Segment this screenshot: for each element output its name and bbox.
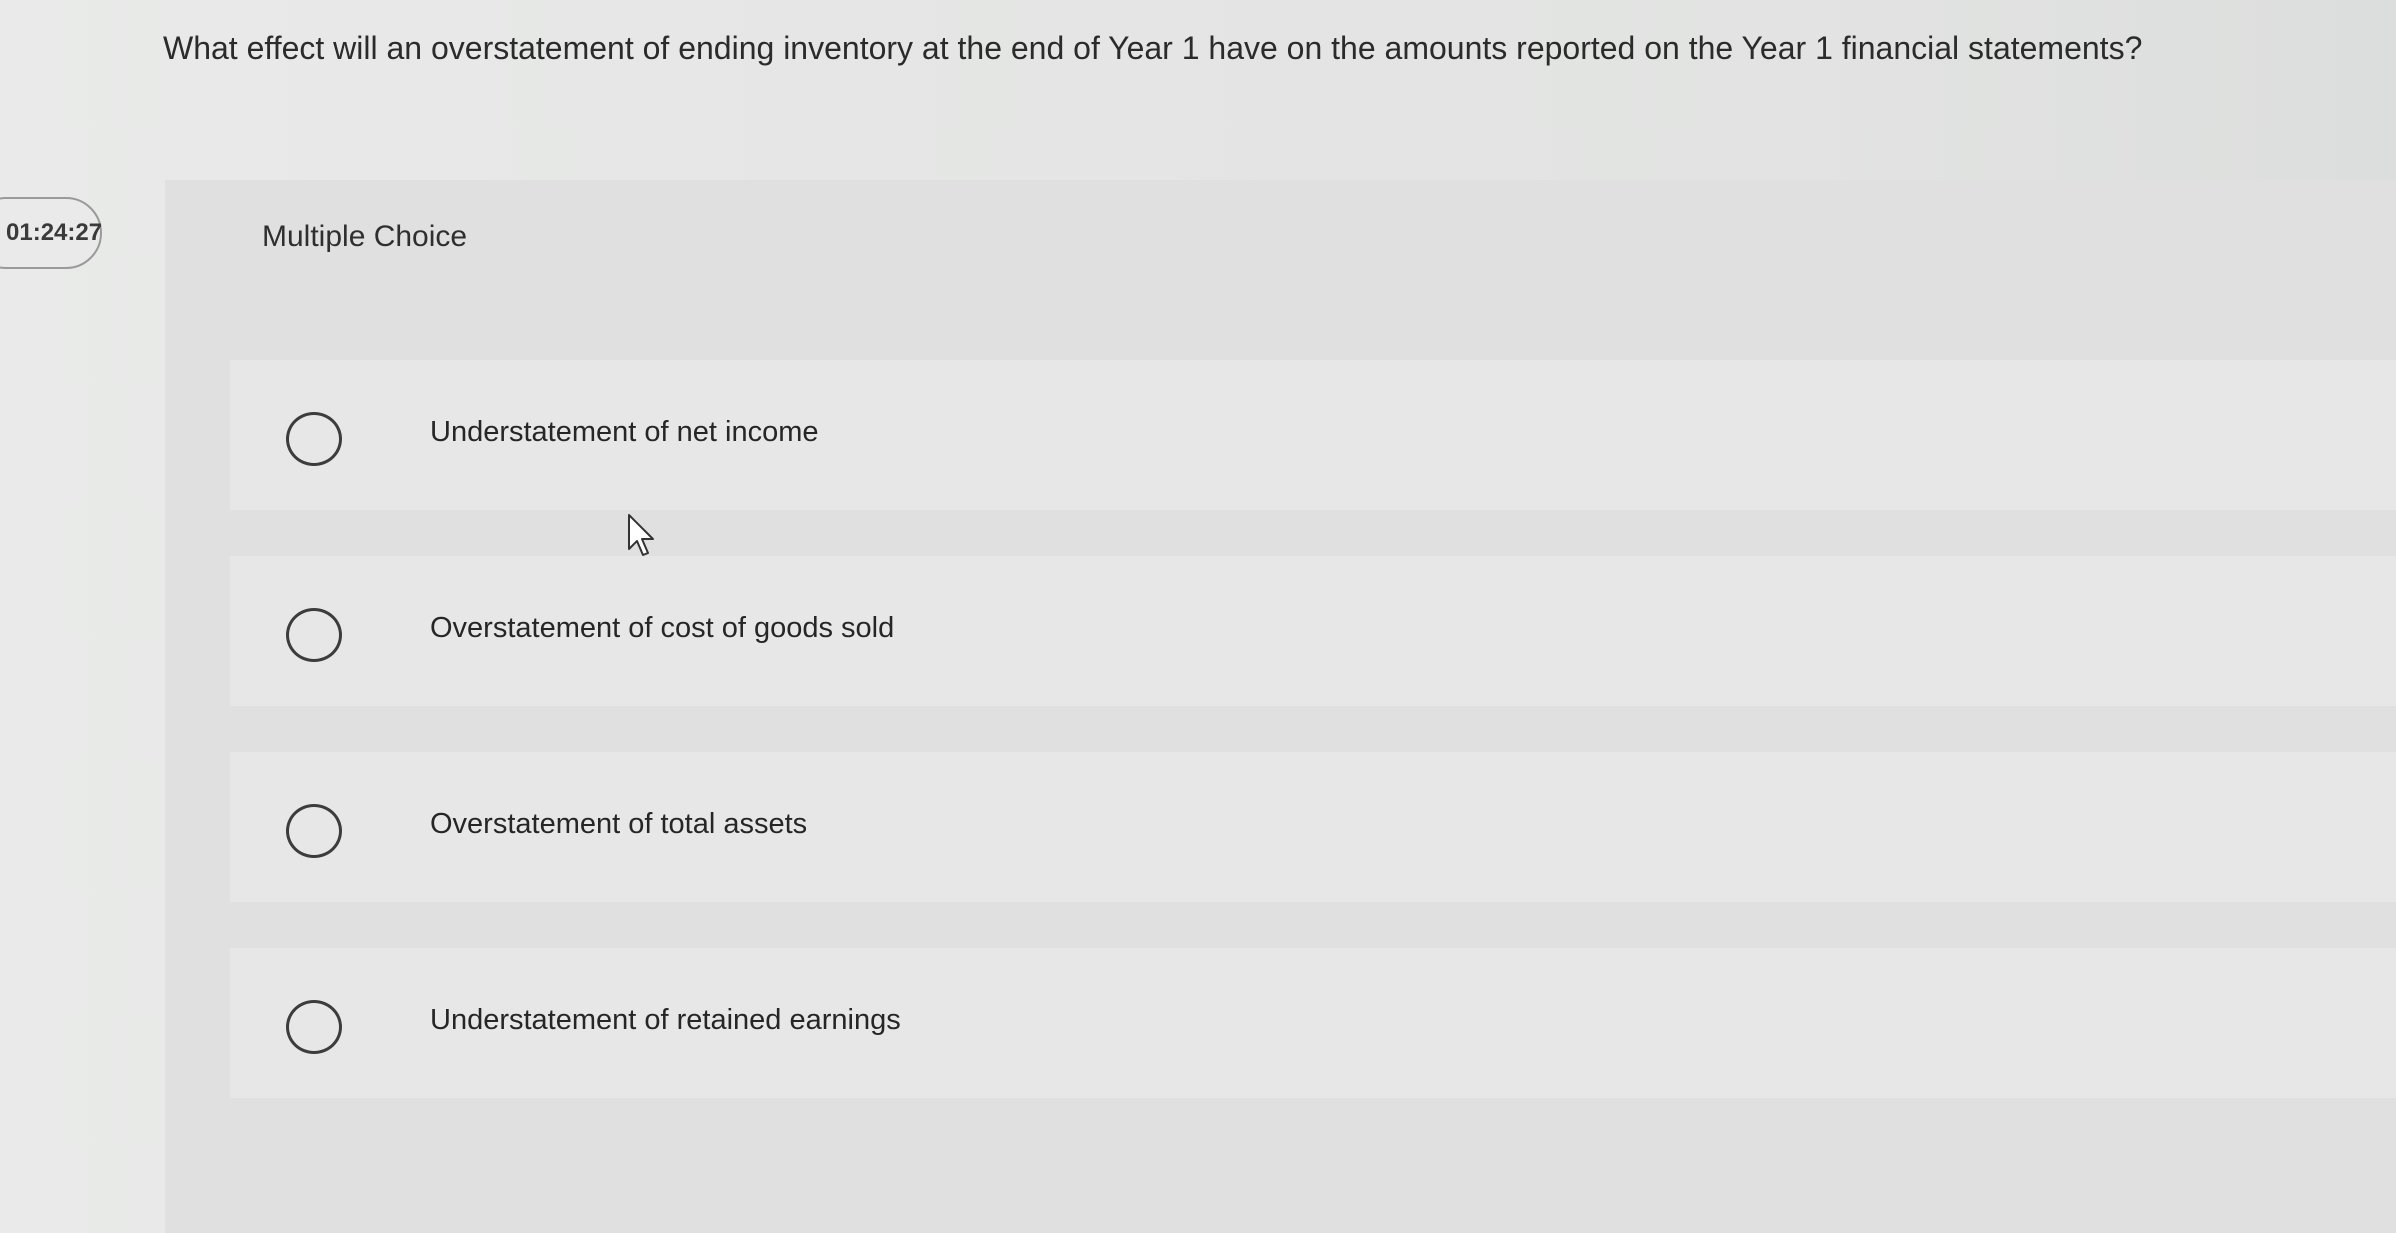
answer-option-label: Understatement of retained earnings xyxy=(430,1004,901,1036)
answer-option-label: Understatement of net income xyxy=(430,416,819,448)
question-type-heading: Multiple Choice xyxy=(262,220,468,253)
timer-value: 01:24:27 xyxy=(6,219,103,246)
radio-unselected-icon[interactable] xyxy=(286,412,342,466)
answer-option-label: Overstatement of total assets xyxy=(430,808,808,840)
question-text: What effect will an overstatement of end… xyxy=(163,30,2143,66)
answer-option-1[interactable]: Understatement of net income xyxy=(230,360,2396,510)
mouse-pointer-icon xyxy=(628,514,654,556)
answer-option-label: Overstatement of cost of goods sold xyxy=(430,612,895,644)
timer-badge[interactable]: 01:24:27 xyxy=(0,197,102,269)
radio-unselected-icon[interactable] xyxy=(286,608,342,662)
radio-unselected-icon[interactable] xyxy=(286,804,342,858)
multiple-choice-panel: Multiple Choice Understatement of net in… xyxy=(165,180,2396,1233)
answer-option-2[interactable]: Overstatement of cost of goods sold xyxy=(230,556,2396,706)
answer-option-3[interactable]: Overstatement of total assets xyxy=(230,752,2396,902)
radio-unselected-icon[interactable] xyxy=(286,1000,342,1054)
answer-option-4[interactable]: Understatement of retained earnings xyxy=(230,948,2396,1098)
